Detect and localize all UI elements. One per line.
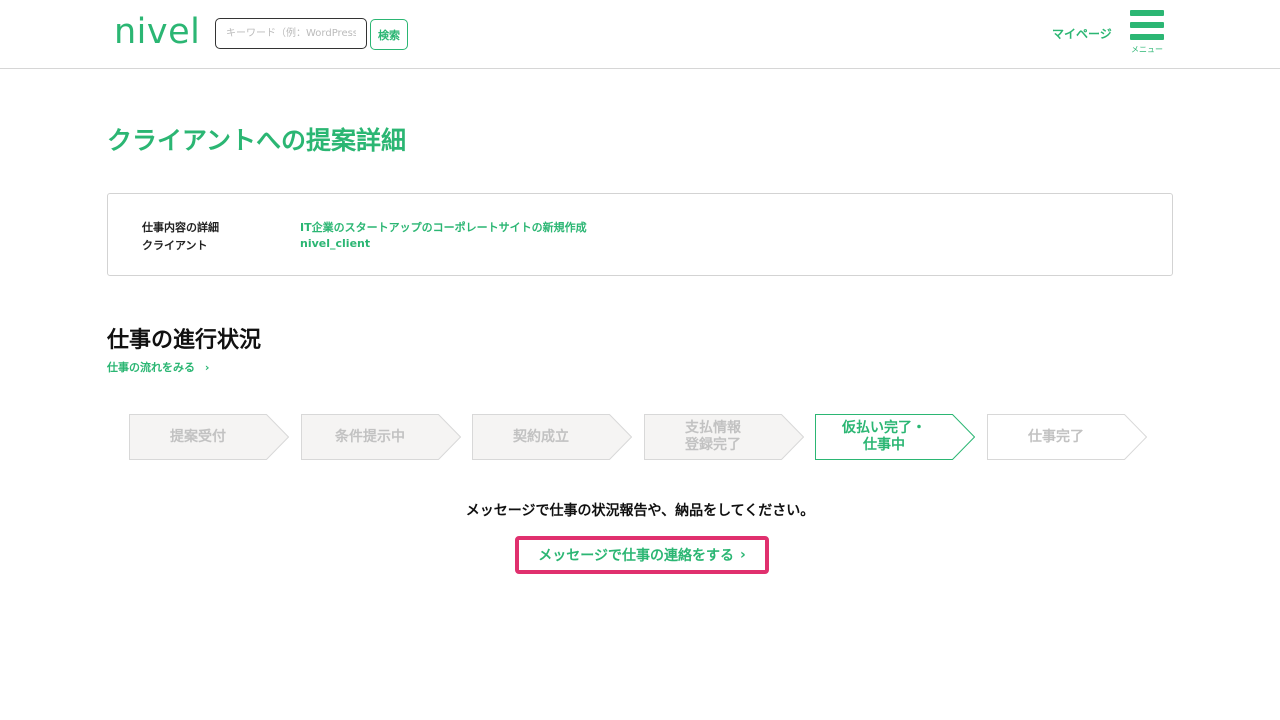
- progress-section-title: 仕事の進行状況: [107, 328, 262, 353]
- step-label: 契約成立: [513, 428, 569, 445]
- view-flow-label: 仕事の流れをみる: [107, 361, 195, 374]
- step-terms-offered: 条件提示中: [301, 414, 461, 460]
- step-label: 仮払い完了・ 仕事中: [842, 420, 926, 453]
- step-label: 提案受付: [170, 428, 226, 445]
- progress-steps: 提案受付 条件提示中 契約成立 支払情報 登録完了 仮払い完了・ 仕事中 仕事完…: [129, 414, 1149, 462]
- menu-button[interactable]: メニュー: [1128, 9, 1166, 57]
- hamburger-menu-icon-bar: [1130, 22, 1164, 28]
- mypage-link[interactable]: マイページ: [1052, 25, 1112, 42]
- client-label: クライアント: [142, 239, 208, 252]
- page-title: クライアントへの提案詳細: [107, 126, 407, 155]
- site-header: nivel 検索 マイページ メニュー: [0, 0, 1280, 69]
- step-label: 支払情報 登録完了: [685, 420, 741, 453]
- step-label: 条件提示中: [335, 428, 405, 445]
- job-detail-link[interactable]: IT企業のスタートアップのコーポレートサイトの新規作成: [300, 219, 587, 235]
- search-input[interactable]: [215, 18, 367, 49]
- nivel-logo[interactable]: nivel: [114, 10, 200, 54]
- step-escrow-complete-working: 仮払い完了・ 仕事中: [815, 414, 975, 460]
- message-contact-button[interactable]: メッセージで仕事の連絡をする ›: [515, 536, 769, 574]
- step-payment-info-registered: 支払情報 登録完了: [644, 414, 804, 460]
- instruction-text: メッセージで仕事の状況報告や、納品をしてください。: [465, 503, 815, 519]
- proposal-detail-box: 仕事内容の詳細 IT企業のスタートアップのコーポレートサイトの新規作成 クライア…: [107, 193, 1173, 276]
- job-detail-label: 仕事内容の詳細: [142, 221, 219, 234]
- hamburger-menu-icon: [1130, 10, 1164, 16]
- step-job-complete: 仕事完了: [987, 414, 1147, 460]
- view-flow-link[interactable]: 仕事の流れをみる ›: [107, 359, 209, 375]
- step-proposal-received: 提案受付: [129, 414, 289, 460]
- message-button-label: メッセージで仕事の連絡をする: [538, 548, 734, 564]
- client-link[interactable]: nivel_client: [300, 237, 370, 250]
- step-contract-established: 契約成立: [472, 414, 632, 460]
- step-label: 仕事完了: [1028, 428, 1084, 445]
- chevron-right-icon: ›: [739, 547, 746, 563]
- search-button[interactable]: 検索: [370, 19, 408, 50]
- menu-label: メニュー: [1131, 45, 1163, 54]
- hamburger-menu-icon-bar: [1130, 34, 1164, 40]
- chevron-right-icon: ›: [204, 361, 210, 374]
